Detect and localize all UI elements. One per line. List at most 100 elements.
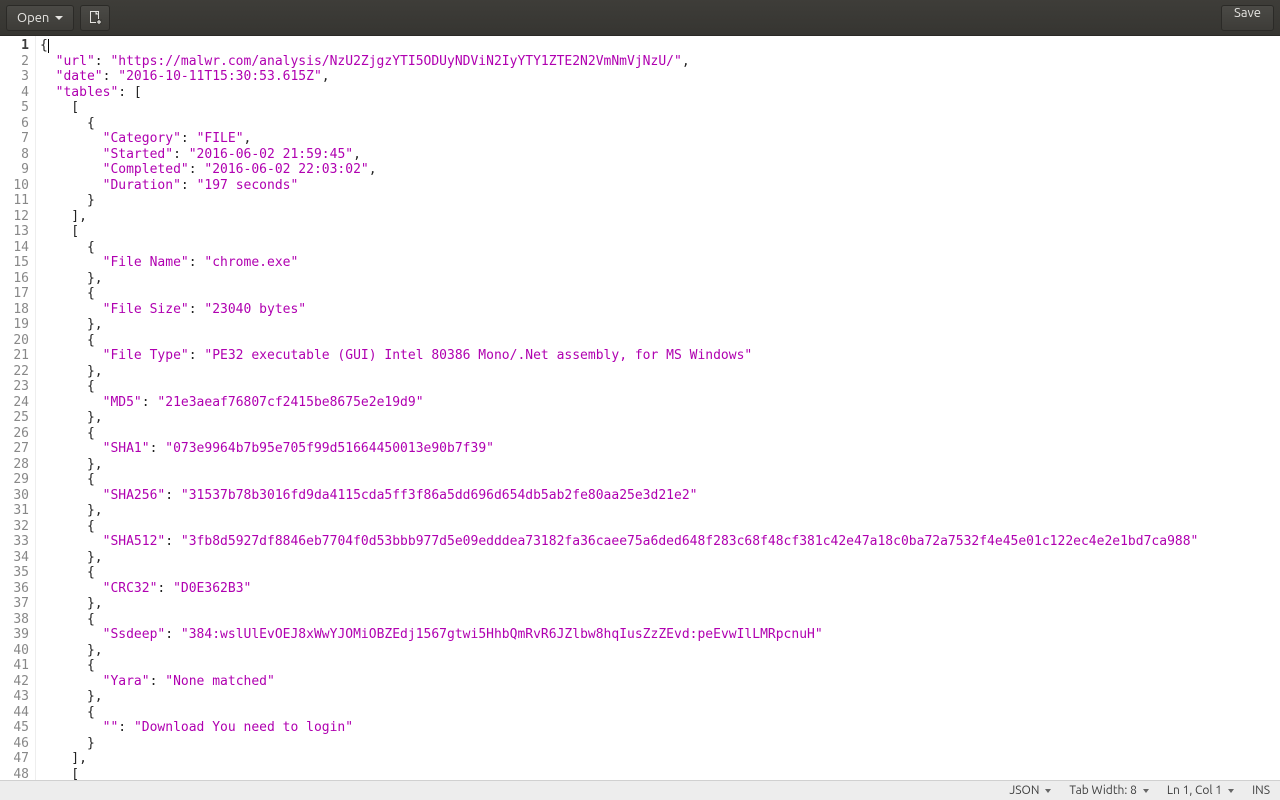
line-number: 18 [0,302,29,318]
json-punct: : [165,534,181,549]
insert-mode-label: INS [1252,784,1270,797]
line-number: 13 [0,224,29,240]
json-punct: }, [40,503,103,518]
save-button[interactable]: Save [1221,5,1274,31]
line-number: 26 [0,426,29,442]
line-number: 12 [0,209,29,225]
json-punct: , [244,131,252,146]
json-string: "D0E362B3" [173,581,251,596]
json-punct: }, [40,317,103,332]
json-punct [40,488,103,503]
json-key: "File Type" [103,348,189,363]
json-string: "FILE" [197,131,244,146]
json-key: "Started" [103,147,173,162]
json-string: "197 seconds" [197,178,299,193]
json-punct: : [150,674,166,689]
json-punct: { [40,519,95,534]
code-line: }, [40,457,1276,473]
chevron-down-icon [1228,789,1234,793]
json-punct: , [353,147,361,162]
json-key: "File Name" [103,255,189,270]
line-number: 27 [0,441,29,457]
json-key: "Ssdeep" [103,627,166,642]
insert-mode[interactable]: INS [1252,784,1270,797]
json-punct: { [40,286,95,301]
json-string: "Download You need to login" [134,720,353,735]
code-line: { [40,612,1276,628]
code-line: { [40,38,1276,54]
language-label: JSON [1009,784,1039,797]
code-line: "MD5": "21e3aeaf76807cf2415be8675e2e19d9… [40,395,1276,411]
cursor-position-label: Ln 1, Col 1 [1167,784,1222,797]
json-key: "SHA512" [103,534,166,549]
code-line: }, [40,271,1276,287]
code-area[interactable]: { "url": "https://malwr.com/analysis/NzU… [36,36,1280,780]
json-punct: { [40,472,95,487]
line-number: 32 [0,519,29,535]
json-punct: }, [40,364,103,379]
code-line: "SHA512": "3fb8d5927df8846eb7704f0d53bbb… [40,534,1276,550]
json-string: "2016-06-02 21:59:45" [189,147,353,162]
code-line: "Duration": "197 seconds" [40,178,1276,194]
json-punct: }, [40,271,103,286]
json-punct [40,85,56,100]
json-punct: { [40,38,48,53]
code-line: { [40,705,1276,721]
code-line: ], [40,209,1276,225]
json-key: "SHA256" [103,488,166,503]
line-number: 6 [0,116,29,132]
code-line: ], [40,751,1276,767]
json-punct: [ [40,100,79,115]
code-line: { [40,333,1276,349]
json-punct: : [165,488,181,503]
json-punct: { [40,705,95,720]
code-line: "date": "2016-10-11T15:30:53.615Z", [40,69,1276,85]
code-line: }, [40,317,1276,333]
json-punct [40,131,103,146]
json-punct: : [189,348,205,363]
json-punct: { [40,240,95,255]
line-number: 16 [0,271,29,287]
line-number: 42 [0,674,29,690]
text-cursor [48,39,49,53]
json-key: "File Size" [103,302,189,317]
line-number: 14 [0,240,29,256]
line-number: 41 [0,658,29,674]
line-number: 22 [0,364,29,380]
line-number: 40 [0,643,29,659]
json-punct: , [682,54,690,69]
open-button[interactable]: Open [6,5,74,31]
json-punct: : [103,69,119,84]
line-number: 10 [0,178,29,194]
cursor-position[interactable]: Ln 1, Col 1 [1167,784,1234,797]
line-number: 17 [0,286,29,302]
code-line: }, [40,596,1276,612]
json-string: "3fb8d5927df8846eb7704f0d53bbb977d5e09ed… [181,534,1198,549]
line-number: 2 [0,54,29,70]
line-number-gutter: 1234567891011121314151617181920212223242… [0,36,36,780]
code-line: } [40,736,1276,752]
line-number: 29 [0,472,29,488]
json-punct [40,255,103,270]
json-string: "2016-10-11T15:30:53.615Z" [118,69,322,84]
code-line: "File Name": "chrome.exe" [40,255,1276,271]
new-document-button[interactable] [80,5,110,31]
line-number: 25 [0,410,29,426]
json-punct: { [40,116,95,131]
code-line: "Completed": "2016-06-02 22:03:02", [40,162,1276,178]
line-number: 34 [0,550,29,566]
tab-width-selector[interactable]: Tab Width: 8 [1069,784,1148,797]
json-punct: }, [40,457,103,472]
json-punct: }, [40,550,103,565]
open-button-label: Open [17,11,49,25]
language-selector[interactable]: JSON [1009,784,1051,797]
code-line: "": "Download You need to login" [40,720,1276,736]
line-number: 47 [0,751,29,767]
json-string: "None matched" [165,674,275,689]
line-number: 39 [0,627,29,643]
json-punct: : [157,581,173,596]
line-number: 37 [0,596,29,612]
line-number: 3 [0,69,29,85]
line-number: 24 [0,395,29,411]
json-string: "21e3aeaf76807cf2415be8675e2e19d9" [157,395,423,410]
